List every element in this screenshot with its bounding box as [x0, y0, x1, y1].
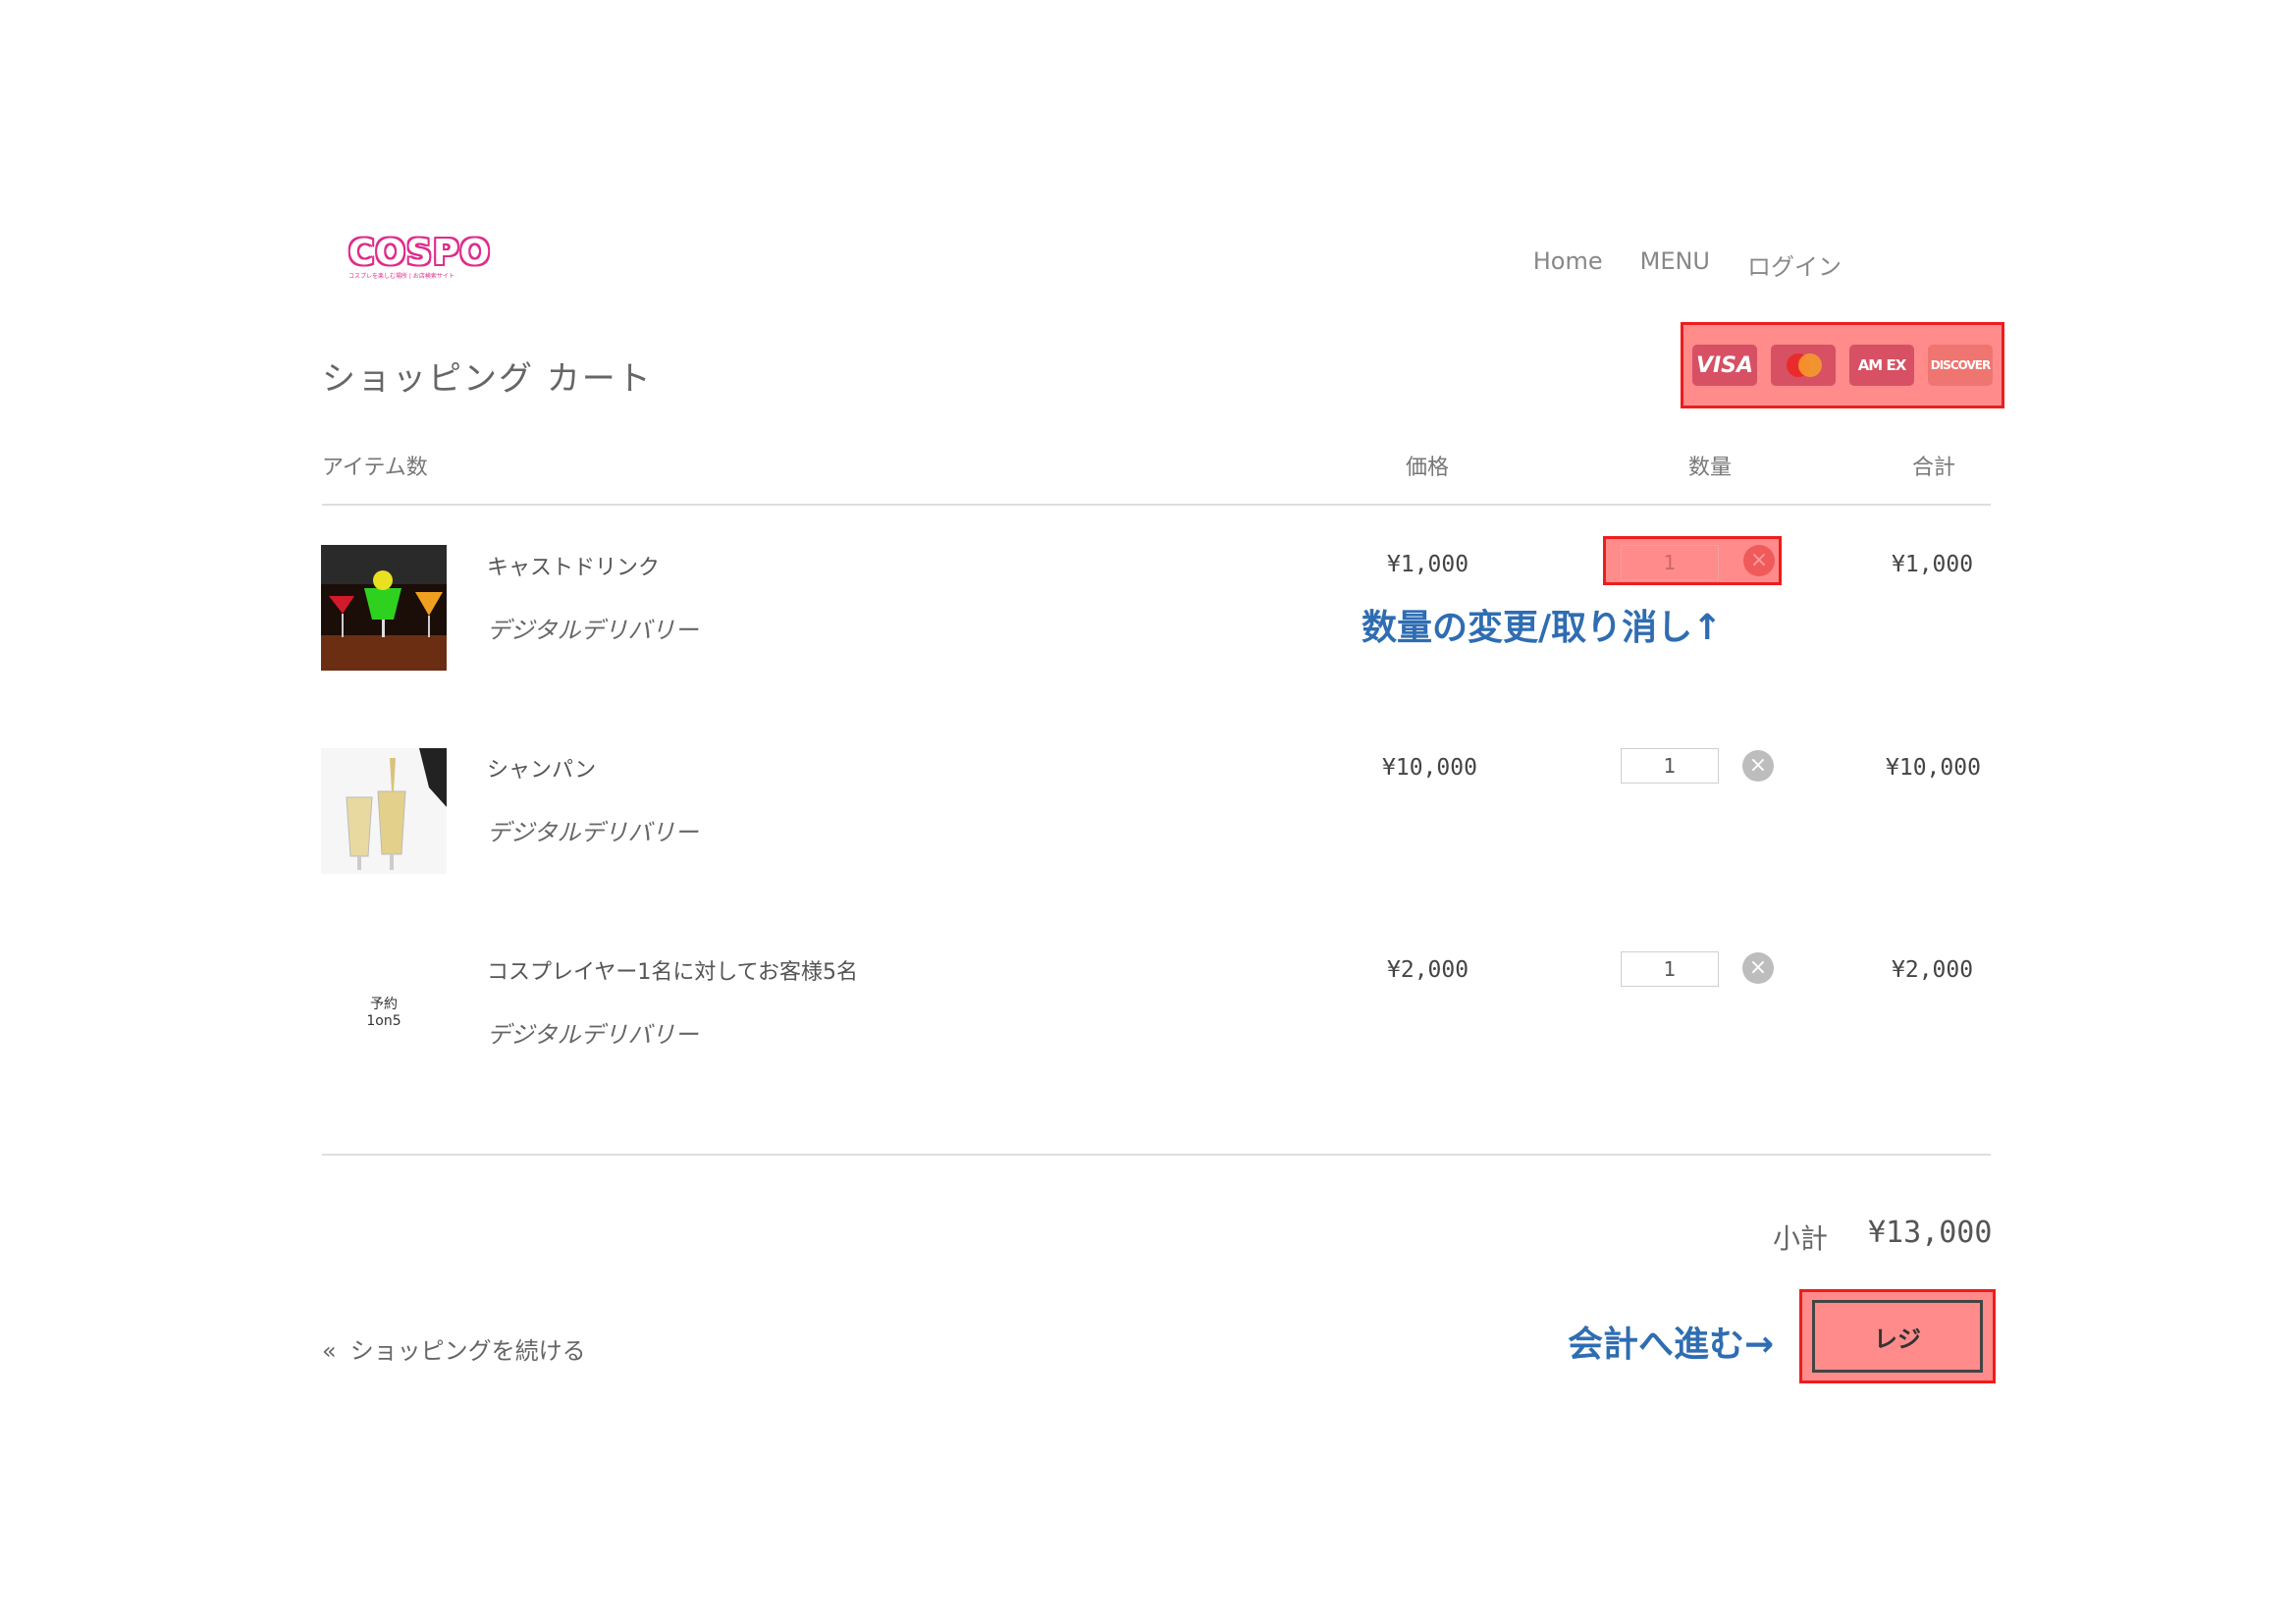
summary-divider: [322, 1154, 1991, 1156]
product-delivery: デジタルデリバリー: [487, 819, 699, 846]
visa-label: VISA: [1695, 352, 1754, 378]
thumb-text-2: 1on5: [366, 1013, 401, 1029]
continue-shopping-label: ショッピングを続ける: [349, 1337, 586, 1365]
product-name[interactable]: シャンパン: [487, 752, 596, 784]
product-line-total: ¥10,000: [1886, 755, 1981, 781]
logo-tagline: コスプレを楽しむ場所 | お店検索サイト: [348, 273, 454, 280]
product-name[interactable]: キャストドリンク: [487, 550, 660, 581]
checkout-annotation: 会計へ進む→: [1568, 1325, 1775, 1365]
product-name[interactable]: コスプレイヤー1名に対してお客様5名: [487, 954, 858, 986]
product-delivery: デジタルデリバリー: [487, 1021, 699, 1049]
checkout-button[interactable]: レジ: [1812, 1300, 1983, 1373]
quantity-input[interactable]: [1621, 951, 1719, 987]
amex-icon: AM EX: [1849, 345, 1914, 386]
nav-home-link[interactable]: Home: [1533, 247, 1603, 282]
remove-item-icon[interactable]: ×: [1743, 545, 1775, 576]
product-price: ¥1,000: [1387, 552, 1469, 577]
header-items: アイテム数: [322, 456, 428, 480]
product-delivery: デジタルデリバリー: [487, 617, 699, 644]
discover-icon: DISCOVER: [1928, 345, 1993, 386]
header-qty: 数量: [1688, 456, 1733, 480]
qty-highlight: ×: [1603, 536, 1782, 585]
qty-annotation: 数量の変更/取り消し↑: [1362, 608, 1723, 648]
subtotal-label: 小計: [1773, 1222, 1829, 1255]
product-line-total: ¥2,000: [1892, 957, 1974, 983]
product-line-total: ¥1,000: [1892, 552, 1974, 577]
product-price: ¥10,000: [1382, 755, 1477, 781]
quantity-input[interactable]: [1621, 545, 1719, 580]
quantity-input[interactable]: [1621, 748, 1719, 784]
discover-label: DISCOVER: [1930, 358, 1991, 372]
site-logo[interactable]: COSPO コスプレを楽しむ場所 | お店検索サイト: [348, 233, 491, 283]
product-image-champagne[interactable]: [321, 748, 447, 874]
product-image-1on5[interactable]: 予約 1on5: [321, 950, 447, 1076]
logo-text: COSPO: [348, 233, 491, 273]
continue-shopping-link[interactable]: « ショッピングを続ける: [322, 1331, 586, 1366]
mastercard-icon: [1771, 345, 1836, 386]
thumb-text-1: 予約: [370, 997, 398, 1012]
payment-methods-highlight: VISA AM EX DISCOVER: [1681, 322, 2004, 408]
header-price: 価格: [1406, 456, 1450, 480]
nav-menu-link[interactable]: MENU: [1640, 247, 1710, 282]
remove-item-icon[interactable]: ×: [1742, 750, 1774, 782]
checkout-highlight: レジ: [1799, 1289, 1996, 1383]
product-image-cast-drink[interactable]: [321, 545, 447, 671]
product-price: ¥2,000: [1387, 957, 1469, 983]
amex-label: AM EX: [1857, 356, 1907, 374]
visa-icon: VISA: [1692, 345, 1757, 386]
page-title: ショッピング カート: [322, 359, 653, 399]
nav-login-link[interactable]: ログイン: [1747, 247, 1842, 282]
back-chevron-icon: «: [322, 1337, 337, 1365]
top-nav: Home MENU ログイン: [1533, 247, 1842, 282]
subtotal-value: ¥13,000: [1868, 1216, 1993, 1250]
header-divider: [322, 504, 1991, 506]
remove-item-icon[interactable]: ×: [1742, 952, 1774, 984]
header-total: 合計: [1912, 456, 1956, 480]
